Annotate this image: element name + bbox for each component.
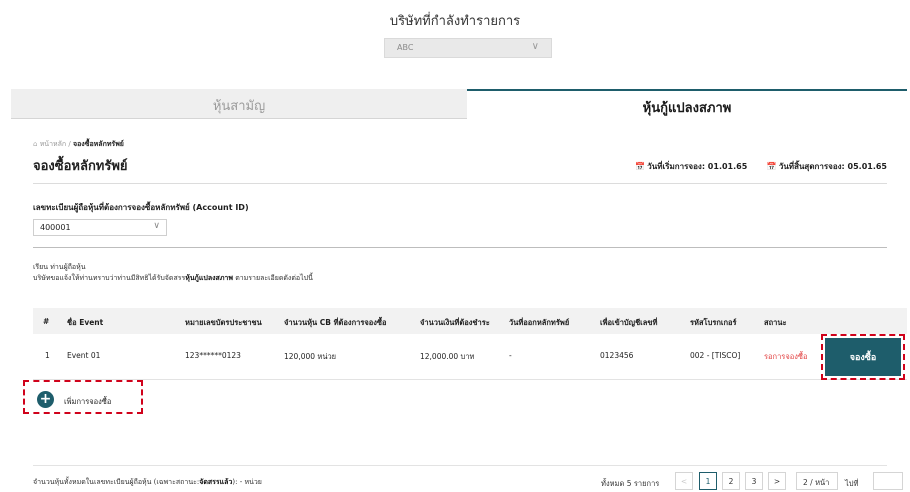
start-date: วันที่เริ่มการจอง: 01.01.65 [647, 162, 748, 171]
greeting-text: เรียน ท่านผู้ถือหุ้น บริษัทขอแจ้งให้ท่าน… [33, 262, 313, 284]
tab-bar: หุ้นสามัญ หุ้นกู้แปลงสภาพ [11, 89, 907, 119]
breadcrumb: ⌂ หน้าหลัก / จองซื้อหลักทรัพย์ [33, 139, 124, 150]
row-event: Event 01 [67, 351, 101, 360]
divider [33, 183, 887, 184]
chevron-down-icon: ∨ [531, 41, 539, 52]
highlight-box-book-button [821, 334, 905, 380]
calendar-icon: 📅 [635, 162, 646, 171]
row-account-no: 0123456 [600, 351, 634, 360]
account-id-value: 400001 [40, 223, 71, 232]
row-amount: 12,000.00 บาท [420, 352, 475, 361]
allocated-units-note: จำนวนหุ้นทั้งหมดในเลขทะเบียนผู้ถือหุ้น (… [33, 478, 262, 486]
col-header-event: ชื่อ Event [67, 318, 104, 327]
col-header-cb-units: จำนวนหุ้น CB ที่ต้องการจองซื้อ [284, 318, 387, 327]
page-button-3[interactable]: 3 [745, 472, 763, 490]
page-title: จองซื้อหลักทรัพย์ [33, 159, 128, 174]
row-citizen-id: 123******0123 [185, 351, 241, 360]
breadcrumb-separator: / [68, 140, 71, 148]
row-issue-date: - [509, 351, 512, 360]
pagination-total: ทั้งหมด 5 รายการ [601, 479, 660, 488]
status-badge: รอการจองซื้อ [764, 352, 808, 361]
greeting-line-1: เรียน ท่านผู้ถือหุ้น [33, 263, 86, 271]
col-header-status: สถานะ [764, 318, 787, 327]
col-header-number: # [43, 317, 50, 326]
col-header-issue-date: วันที่ออกหลักทรัพย์ [509, 318, 570, 327]
company-select-value: ABC [397, 43, 414, 52]
row-number: 1 [45, 351, 50, 360]
prev-page-button[interactable]: < [675, 472, 693, 490]
breadcrumb-home[interactable]: หน้าหลัก [40, 140, 66, 148]
chevron-down-icon: ∨ [153, 221, 160, 231]
highlight-box-add-booking [23, 380, 143, 414]
next-page-button[interactable]: > [768, 472, 786, 490]
company-select[interactable]: ABC ∨ [384, 38, 552, 58]
calendar-icon: 📅 [766, 162, 777, 171]
booking-dates: 📅 วันที่เริ่มการจอง: 01.01.65 📅 วันที่สิ้น… [635, 160, 887, 173]
company-title: บริษัทที่กำลังทำรายการ [389, 14, 521, 29]
row-cb-units: 120,000 หน่วย [284, 352, 337, 361]
tab-ordinary-shares[interactable]: หุ้นสามัญ [11, 89, 467, 119]
goto-label: ไปที่ [845, 479, 859, 488]
row-broker: 002 - [TISCO] [690, 351, 741, 360]
end-date: วันที่สิ้นสุดการจอง: 05.01.65 [778, 162, 887, 171]
tab-convertible-bonds[interactable]: หุ้นกู้แปลงสภาพ [467, 89, 907, 119]
table-row: 1 Event 01 123******0123 120,000 หน่วย 1… [33, 334, 907, 380]
col-header-amount: จำนวนเงินที่ต้องชำระ [420, 318, 490, 327]
col-header-citizen-id: หมายเลขบัตรประชาชน [185, 318, 262, 327]
goto-page-input[interactable] [873, 472, 903, 490]
col-header-account-no: เพื่อเข้าบัญชีเลขที่ [600, 318, 658, 327]
page-button-1[interactable]: 1 [699, 472, 717, 490]
table-header: # ชื่อ Event หมายเลขบัตรประชาชน จำนวนหุ้… [33, 308, 907, 334]
account-id-select[interactable]: 400001 ∨ [33, 219, 167, 236]
divider [33, 465, 887, 466]
page-button-2[interactable]: 2 [722, 472, 740, 490]
breadcrumb-current: จองซื้อหลักทรัพย์ [73, 140, 124, 148]
divider [33, 247, 887, 248]
account-id-label: เลขทะเบียนผู้ถือหุ้นที่ต้องการจองซื้อหลั… [33, 203, 249, 212]
home-icon[interactable]: ⌂ [33, 140, 37, 148]
per-page-select[interactable]: 2 / หน้า [796, 472, 838, 490]
greeting-line-2: บริษัทขอแจ้งให้ท่านทราบว่าท่านมีสิทธิได้… [33, 274, 313, 282]
per-page-value: 2 / หน้า [803, 478, 830, 487]
col-header-broker: รหัสโบรกเกอร์ [690, 318, 737, 327]
